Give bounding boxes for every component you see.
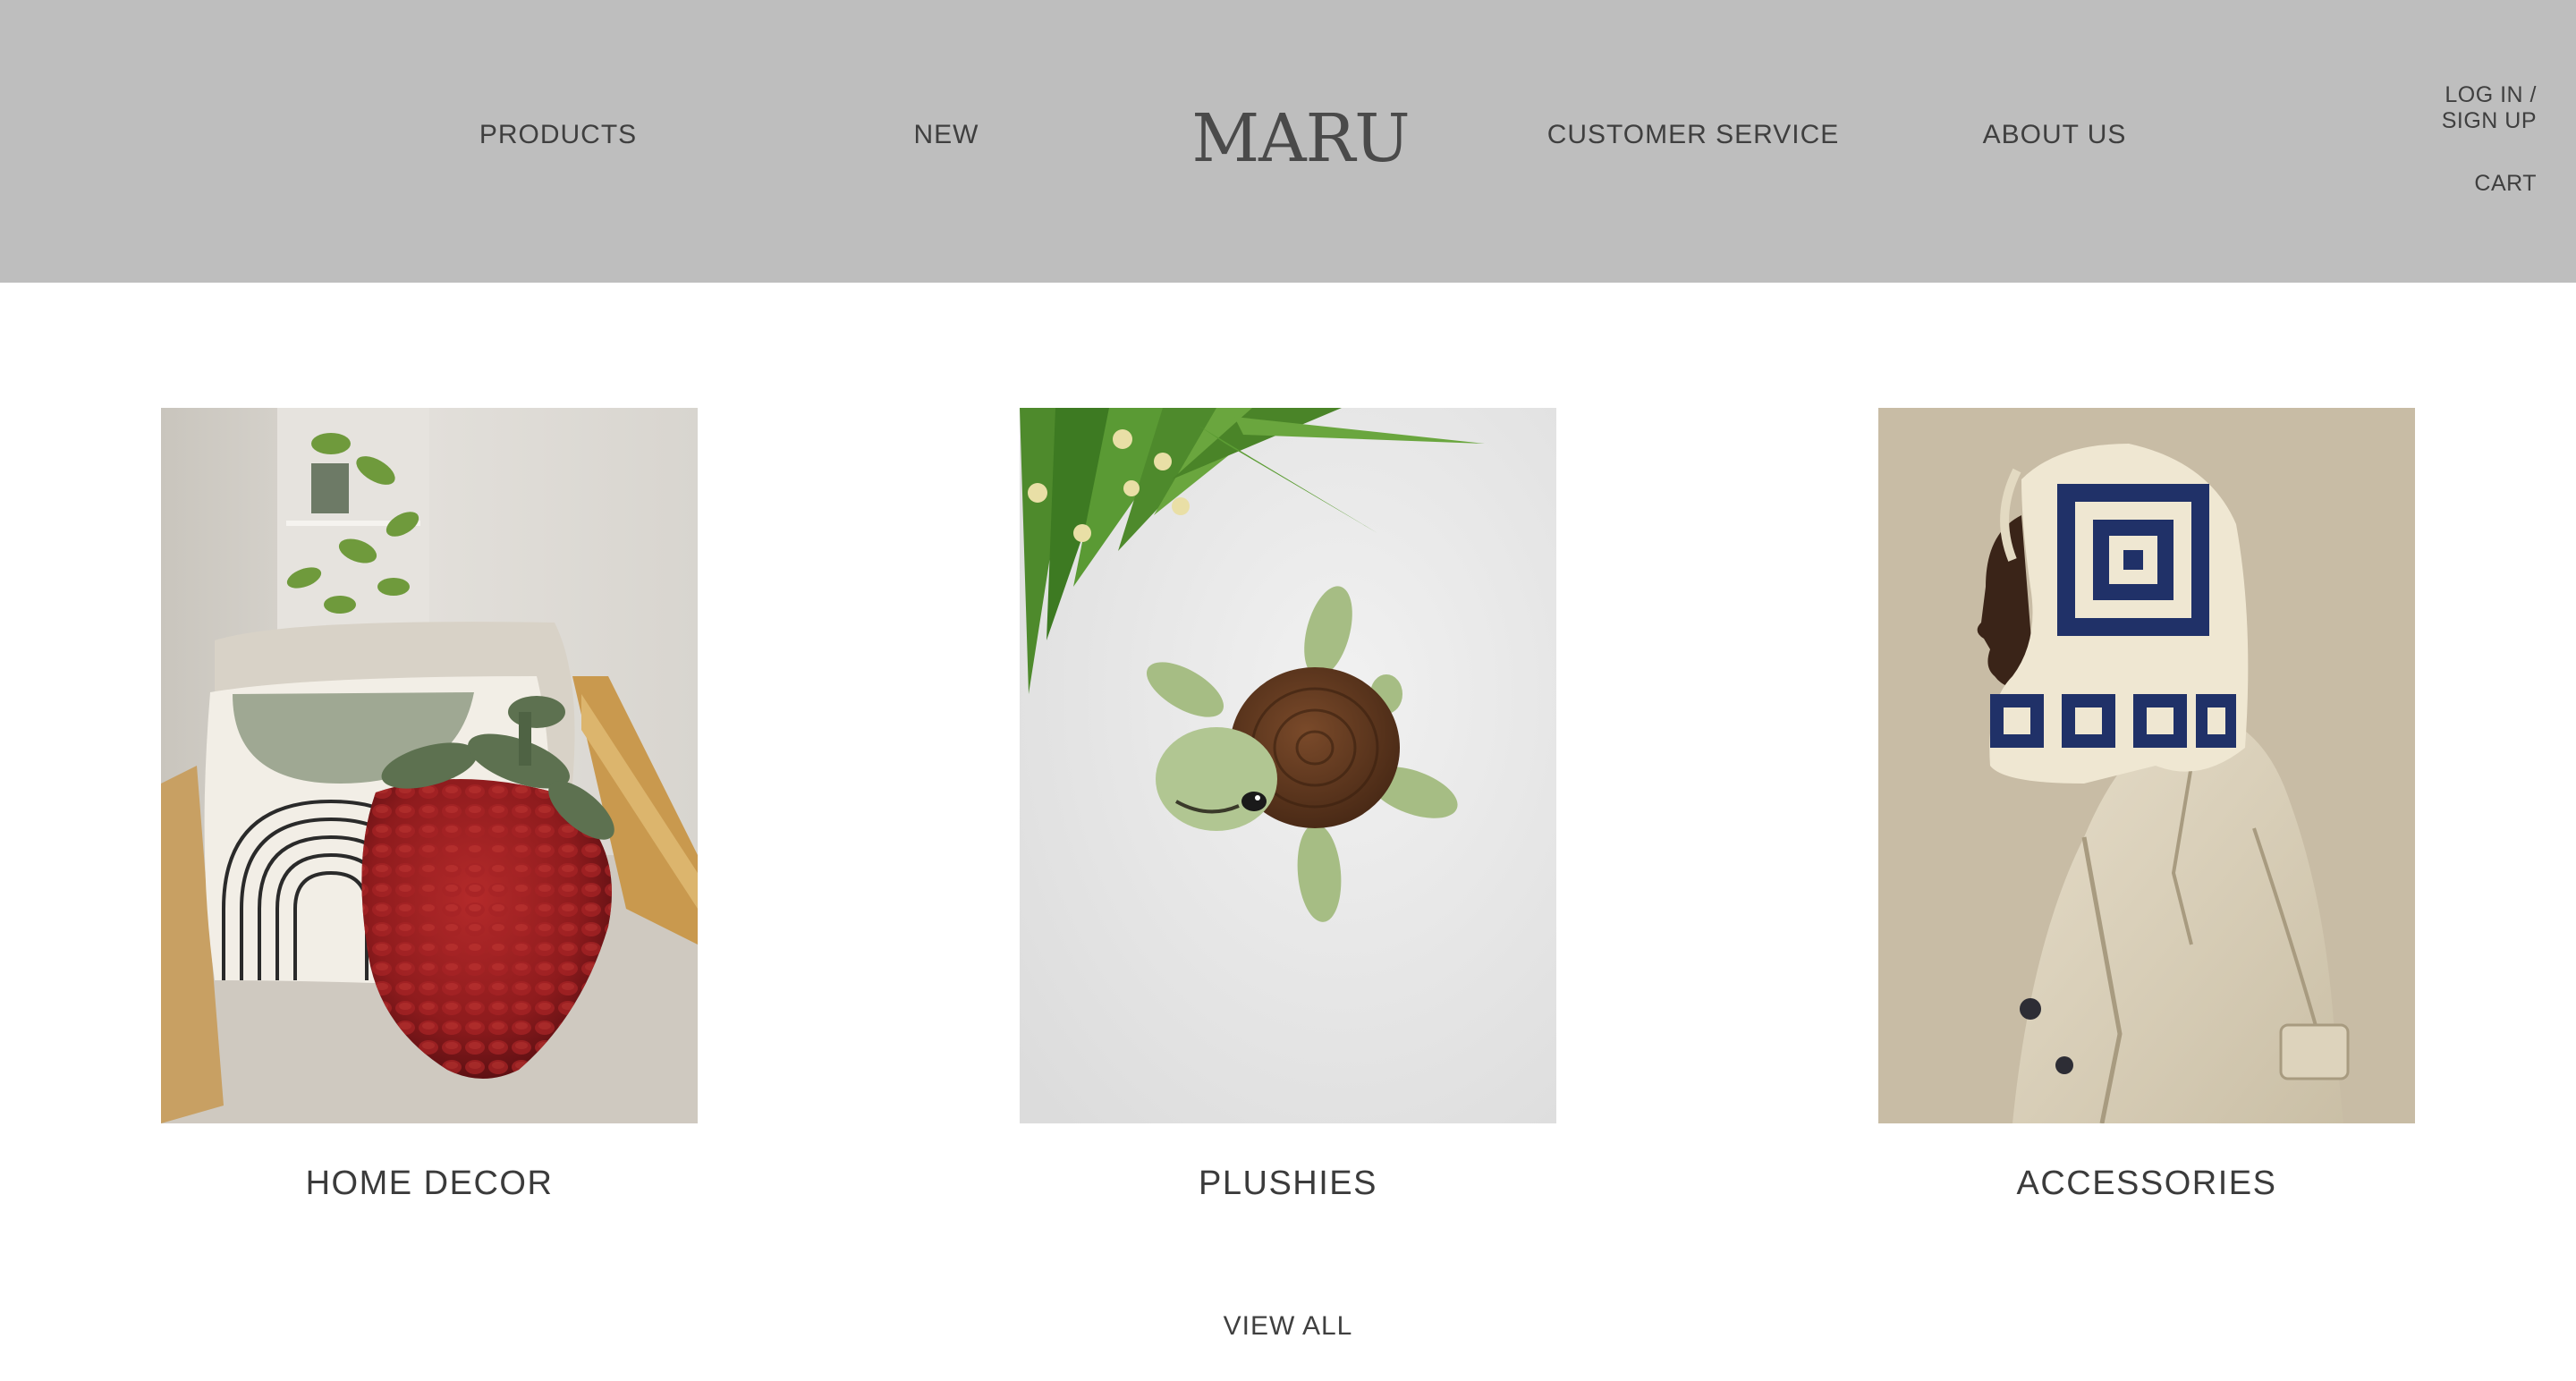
site-header: PRODUCTS NEW MARU CUSTOMER SERVICE ABOUT… bbox=[0, 0, 2576, 283]
strawberry-pillow-photo bbox=[161, 408, 698, 1123]
turtle-plush-photo bbox=[1020, 408, 1556, 1123]
crochet-hood-photo bbox=[1878, 408, 2415, 1123]
accessories-image[interactable] bbox=[1878, 408, 2415, 1123]
login-link[interactable]: LOG IN / bbox=[2442, 82, 2537, 108]
category-label-plushies[interactable]: PLUSHIES bbox=[1020, 1165, 1556, 1203]
signup-link[interactable]: SIGN UP bbox=[2442, 108, 2537, 134]
view-all-link[interactable]: VIEW ALL bbox=[1224, 1311, 1353, 1342]
plushies-image[interactable] bbox=[1020, 408, 1556, 1123]
cart-link[interactable]: CART bbox=[2474, 171, 2537, 197]
home-decor-image[interactable] bbox=[161, 408, 698, 1123]
nav-customer-service[interactable]: CUSTOMER SERVICE bbox=[1547, 120, 1840, 150]
category-card-home-decor[interactable]: HOME DECOR bbox=[161, 408, 698, 1203]
category-label-home-decor[interactable]: HOME DECOR bbox=[161, 1165, 698, 1203]
nav-new[interactable]: NEW bbox=[914, 120, 979, 150]
category-label-accessories[interactable]: ACCESSORIES bbox=[1878, 1165, 2415, 1203]
category-card-plushies[interactable]: PLUSHIES bbox=[1020, 408, 1556, 1203]
account-links: LOG IN / SIGN UP bbox=[2442, 82, 2537, 134]
category-card-accessories[interactable]: ACCESSORIES bbox=[1878, 408, 2415, 1203]
nav-products[interactable]: PRODUCTS bbox=[479, 120, 637, 150]
nav-about-us[interactable]: ABOUT US bbox=[1983, 120, 2127, 150]
brand-logo[interactable]: MARU bbox=[1191, 100, 1410, 177]
